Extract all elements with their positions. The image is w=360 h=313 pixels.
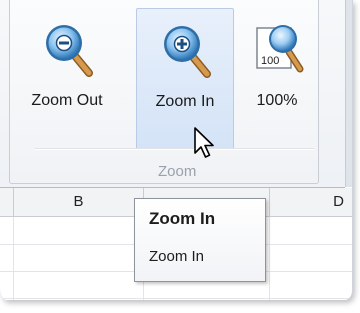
zoom-out-button[interactable]: Zoom Out (12, 8, 122, 148)
mouse-pointer-icon (194, 127, 214, 158)
column-header-d-label: D (333, 193, 344, 210)
zoom-100-percent-icon: 100 (256, 25, 304, 73)
group-separator (34, 148, 314, 149)
column-header-d[interactable]: D (270, 188, 352, 217)
zoom-out-magnifier-icon (46, 25, 93, 77)
zoom-ribbon-group: Zoom Out Zoom In 100 100% Zoom (9, 0, 319, 184)
column-header-a-partial[interactable] (0, 188, 14, 217)
tooltip-description: Zoom In (149, 248, 205, 265)
ribbon-bar: Zoom Out Zoom In 100 100% Zoom (0, 0, 352, 188)
ribbon-scroll-edge (345, 0, 352, 187)
column-header-b[interactable]: B (14, 188, 144, 217)
zoom-group-label: Zoom (158, 163, 197, 180)
zoom-100-icon-text: 100 (261, 55, 279, 67)
zoom-100-label: 100% (256, 92, 298, 109)
zoom-100-button[interactable]: 100 100% (240, 8, 314, 148)
tooltip-title: Zoom In (149, 209, 216, 228)
grid-line (13, 217, 14, 300)
grid-line (269, 217, 270, 300)
zoom-in-button[interactable]: Zoom In (136, 8, 234, 150)
zoom-in-magnifier-icon (164, 26, 211, 78)
app-window: Zoom Out Zoom In 100 100% Zoom B D Zoom … (0, 0, 353, 300)
zoom-in-label: Zoom In (155, 93, 215, 110)
grid-line (0, 298, 352, 299)
zoom-out-label: Zoom Out (31, 92, 103, 109)
zoom-in-tooltip: Zoom In Zoom In (134, 198, 266, 282)
